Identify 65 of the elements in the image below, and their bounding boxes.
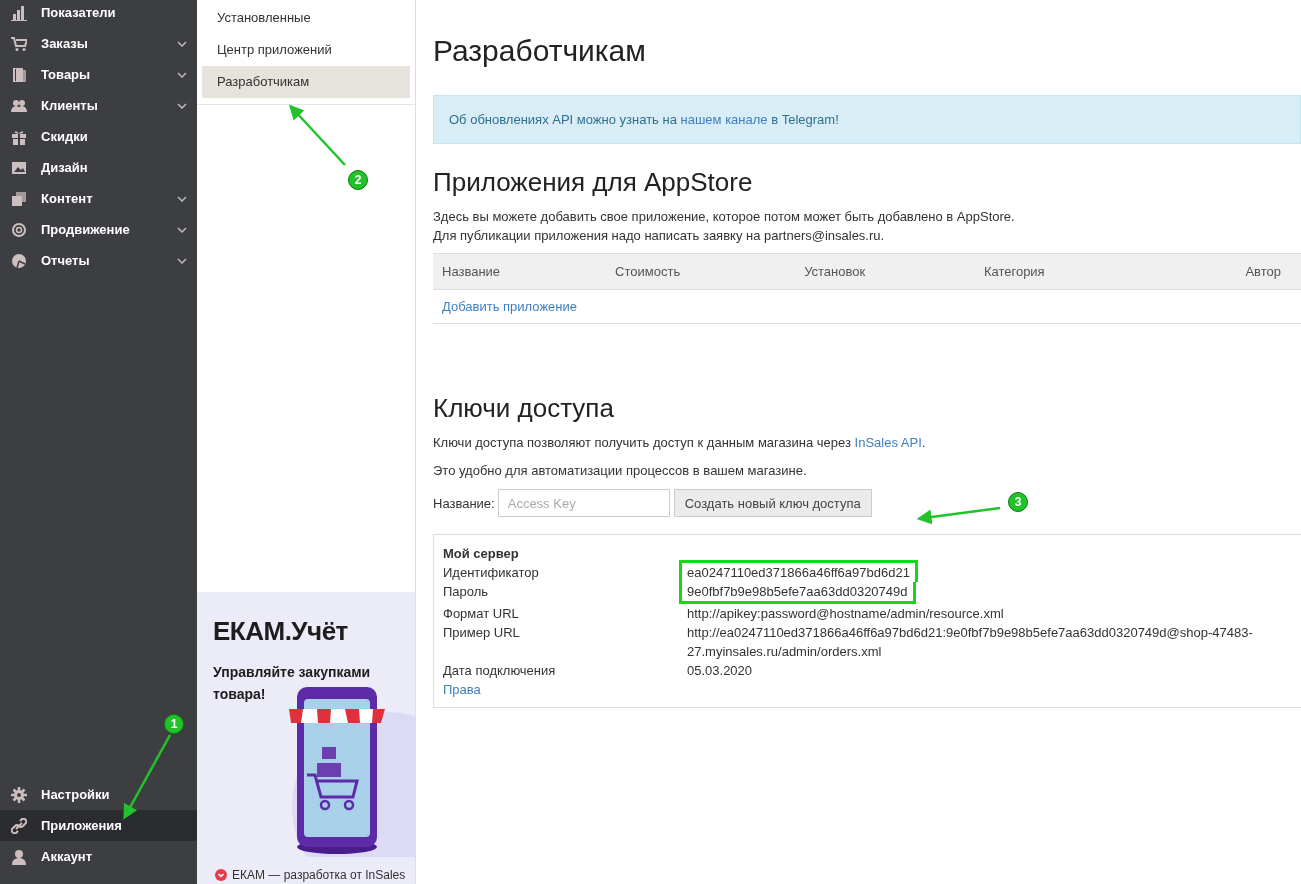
column-header: Автор — [1154, 253, 1301, 290]
page-title: Разработчикам — [433, 33, 647, 69]
cart-icon — [11, 35, 27, 52]
pages-icon — [11, 190, 27, 207]
step-badge: 2 — [348, 170, 368, 190]
field-label: Идентификатор — [443, 564, 540, 582]
field-value: http://ea0247110ed371866a46ff6a97bd6d21:9e0fbf7b9e98b5efe7aa63dd0320749d@shop-47483-27.myinsales.ru/admin/orders.xml — [687, 625, 1253, 659]
sidebar-item[interactable]: Продвижение — [0, 214, 197, 245]
field-value: http://apikey:password@hostname/admin/resource.xml — [687, 606, 1004, 621]
sidebar-item[interactable]: Приложения — [0, 810, 197, 841]
ad-logo: ЕКАМ.Учёт — [213, 616, 348, 647]
field-value: ea0247110ed371866a46ff6a97bd6d21 — [679, 560, 918, 582]
gear-icon — [11, 786, 27, 803]
subnav-item[interactable]: Разработчикам — [202, 66, 410, 98]
field-label: Пароль — [443, 583, 490, 601]
annotation-arrow — [288, 104, 346, 166]
channel-link[interactable]: нашем канале — [680, 112, 768, 127]
server-name: Мой сервер — [443, 545, 520, 563]
sidebar-item[interactable]: Отчеты — [0, 245, 197, 276]
sidebar-item[interactable]: Аккаунт — [0, 841, 197, 872]
step-badge: 3 — [1008, 492, 1028, 512]
sidebar-item[interactable]: Клиенты — [0, 90, 197, 121]
description-text: Для публикации приложения надо написать заявку на partners@insales.ru. — [433, 227, 886, 245]
info-notice: Об обновлениях API можно узнать на нашем канале в Telegram! — [433, 95, 1301, 144]
ad-headline: Управляйте закупками товара! — [213, 663, 372, 704]
field-label: Пример URL — [443, 624, 521, 642]
note-text: Это удобно для автоматизации процессов в вашем магазине. — [433, 462, 808, 480]
section-title: Ключи доступа — [433, 392, 615, 424]
ad-banner[interactable]: ЕКАМ.Учёт Управляйте закупками товара! ЕКАМ — разработка от InSales — [197, 592, 415, 884]
image-icon — [11, 159, 27, 176]
sidebar-item[interactable]: Товары — [0, 59, 197, 90]
sidebar-item[interactable]: Настройки — [0, 779, 197, 810]
intro-text: Ключи доступа позволяют получить доступ к данным магазина через InSales API. — [433, 434, 927, 452]
sidebar-item[interactable]: Скидки — [0, 121, 197, 152]
sidebar-item[interactable]: Заказы — [0, 28, 197, 59]
pie-chart-icon — [11, 252, 27, 269]
subnav-item[interactable]: Центр приложений — [202, 34, 410, 66]
description-text: Здесь вы можете добавить свое приложение, которое потом может быть добавлено в AppStore. — [433, 208, 1016, 226]
column-header: Стоимость — [606, 253, 796, 290]
add-app-link[interactable]: Добавить приложение — [442, 299, 577, 314]
book-icon — [11, 66, 27, 83]
subnav-item[interactable]: Установленные — [202, 2, 410, 34]
column-header: Категория — [974, 253, 1155, 290]
column-header: Название — [433, 253, 607, 290]
access-key-input[interactable]: Access Key — [497, 489, 670, 517]
sidebar-item[interactable]: Контент — [0, 183, 197, 214]
sidebar-item[interactable]: Дизайн — [0, 152, 197, 183]
chart-icon — [11, 4, 27, 21]
create-key-button[interactable]: Создать новый ключ доступа — [673, 489, 872, 517]
ad-footer-text: ЕКАМ — разработка от InSales — [232, 868, 406, 882]
gift-icon — [11, 128, 27, 145]
sidebar-item[interactable]: Показатели — [0, 0, 197, 28]
rights-link[interactable]: Права — [443, 682, 481, 697]
target-icon — [11, 221, 27, 238]
field-value: 05.03.2020 — [687, 663, 753, 678]
people-icon — [11, 97, 27, 114]
section-title: Приложения для AppStore — [433, 166, 754, 198]
column-header: Установок — [795, 253, 975, 290]
field-label: Формат URL — [443, 605, 520, 623]
link-icon — [11, 817, 27, 834]
api-link[interactable]: InSales API — [854, 435, 922, 450]
field-label: Дата подключения — [443, 662, 557, 680]
field-value: 9e0fbf7b9e98b5efe7aa63dd0320749d — [679, 582, 916, 604]
name-label: Название: — [433, 495, 495, 511]
person-icon — [11, 848, 27, 865]
